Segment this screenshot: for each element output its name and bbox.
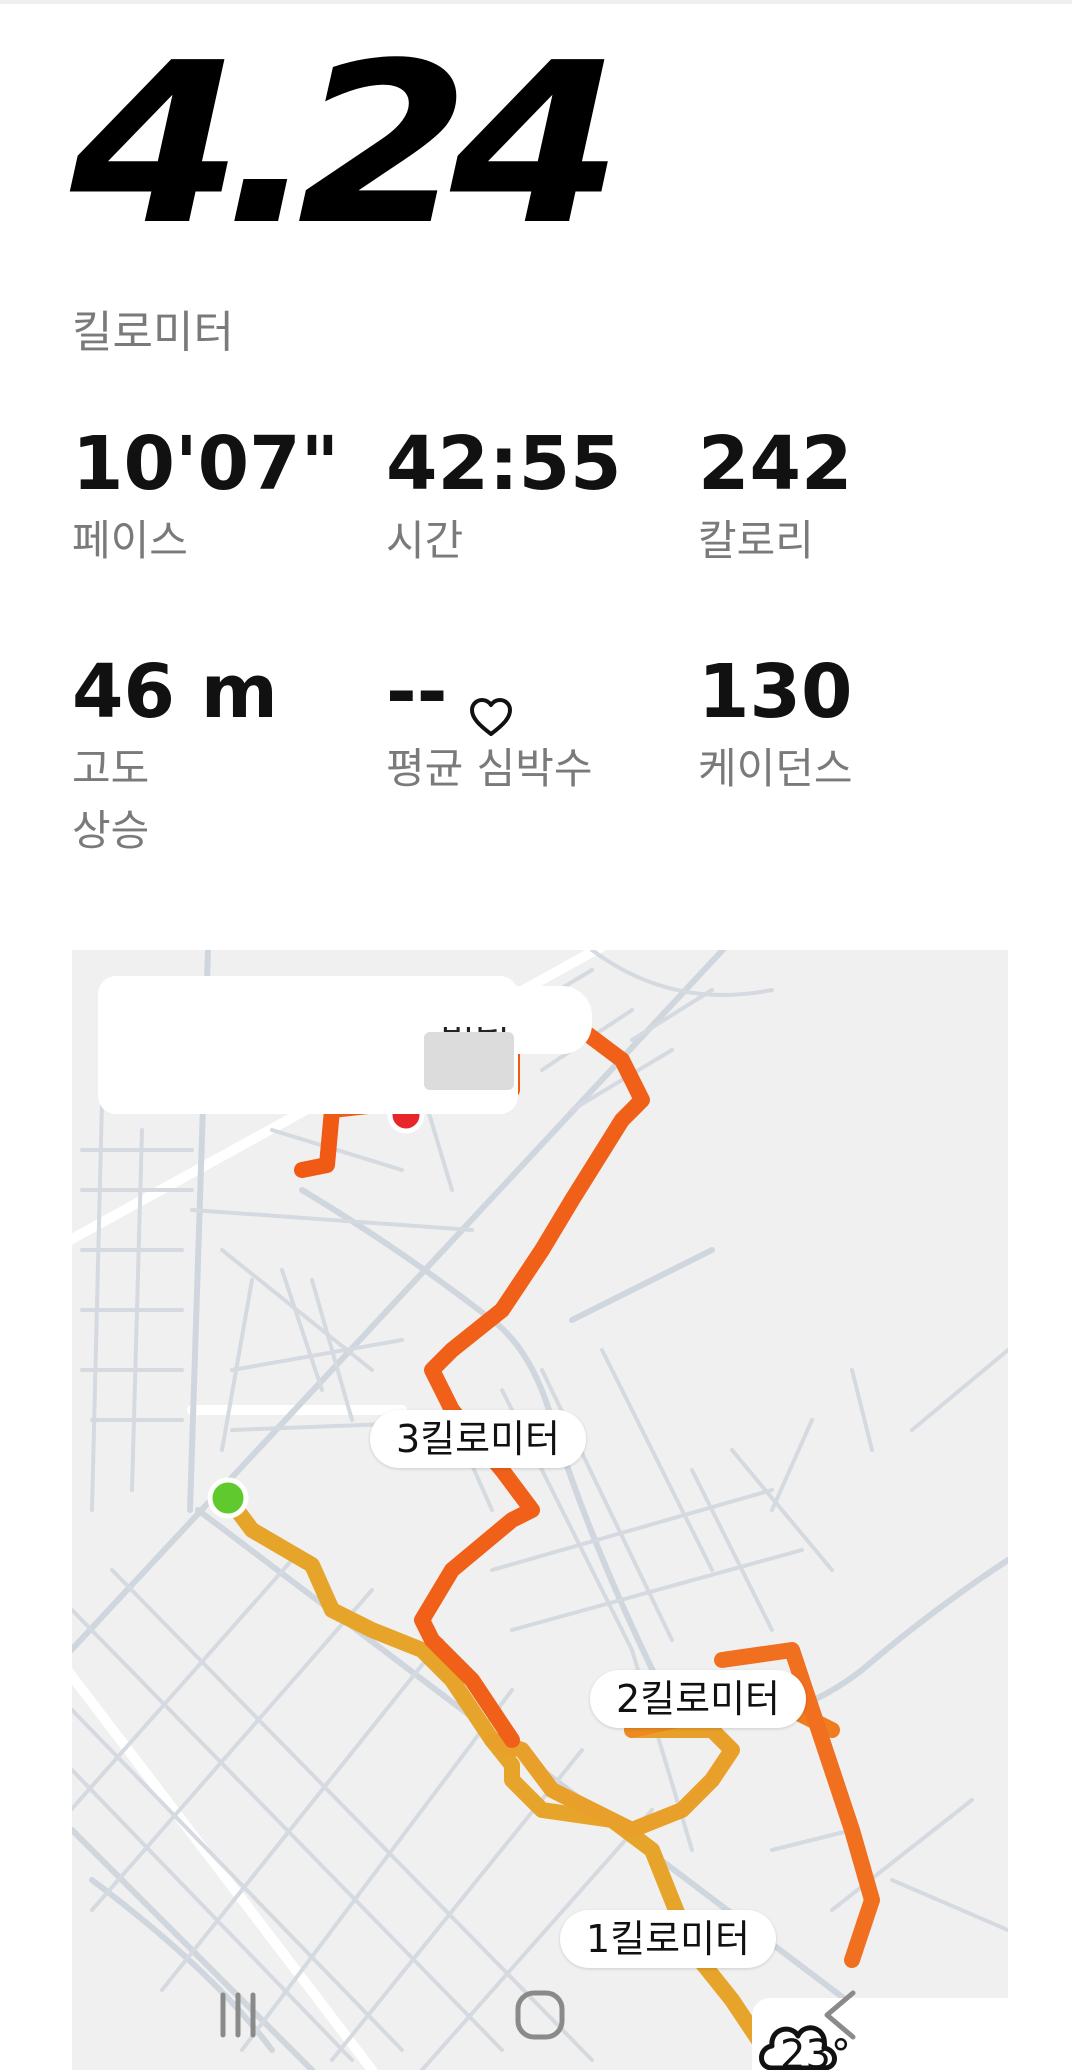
system-nav-bar	[0, 1960, 1072, 2070]
total-distance-value: 4.24	[70, 16, 623, 274]
back-button[interactable]	[800, 1980, 880, 2050]
stat-elevation-label: 고도 상승	[72, 744, 150, 855]
redaction-block	[424, 1032, 514, 1090]
stat-time-value: 42:55	[386, 421, 622, 507]
status-bar-shade	[0, 0, 1072, 4]
stat-elevation: 46 m 고도 상승	[72, 652, 372, 862]
stat-heart-rate-label: 평균 심박수	[386, 744, 593, 793]
stat-heart-rate-value-row: --	[386, 649, 686, 737]
stat-calories-label: 칼로리	[698, 516, 814, 565]
stat-pace-label: 페이스	[72, 516, 188, 565]
stat-cadence-label: 케이던스	[698, 744, 853, 793]
home-button[interactable]	[500, 1980, 580, 2050]
stat-cadence-value: 130	[698, 649, 853, 735]
stat-heart-rate-value: --	[386, 649, 448, 735]
stat-pace-value: 10'07"	[72, 421, 340, 507]
stat-time: 42:55 시간	[386, 424, 686, 572]
stat-elevation-value: 46 m	[72, 649, 278, 735]
stat-cadence: 130 케이던스	[698, 652, 998, 800]
route-map[interactable]: 미터 3킬로미터 2킬로미터 1킬로미터 23°	[72, 950, 1008, 2070]
stat-calories-value: 242	[698, 421, 853, 507]
stat-heart-rate: -- 평균 심박수	[386, 652, 686, 800]
recent-apps-icon	[220, 1992, 256, 2038]
stat-time-label: 시간	[386, 516, 464, 565]
map-streets	[72, 950, 1008, 2070]
home-icon	[515, 1990, 565, 2040]
stat-pace: 10'07" 페이스	[72, 424, 372, 572]
start-marker	[207, 1477, 249, 1519]
km-marker-3: 3킬로미터	[370, 1410, 587, 1468]
back-icon	[824, 1990, 856, 2040]
km-marker-2: 2킬로미터	[590, 1670, 807, 1728]
recent-apps-button[interactable]	[198, 1980, 278, 2050]
total-distance-unit: 킬로미터	[72, 307, 234, 358]
stat-calories: 242 칼로리	[698, 424, 998, 572]
heart-outline-icon	[469, 672, 513, 737]
